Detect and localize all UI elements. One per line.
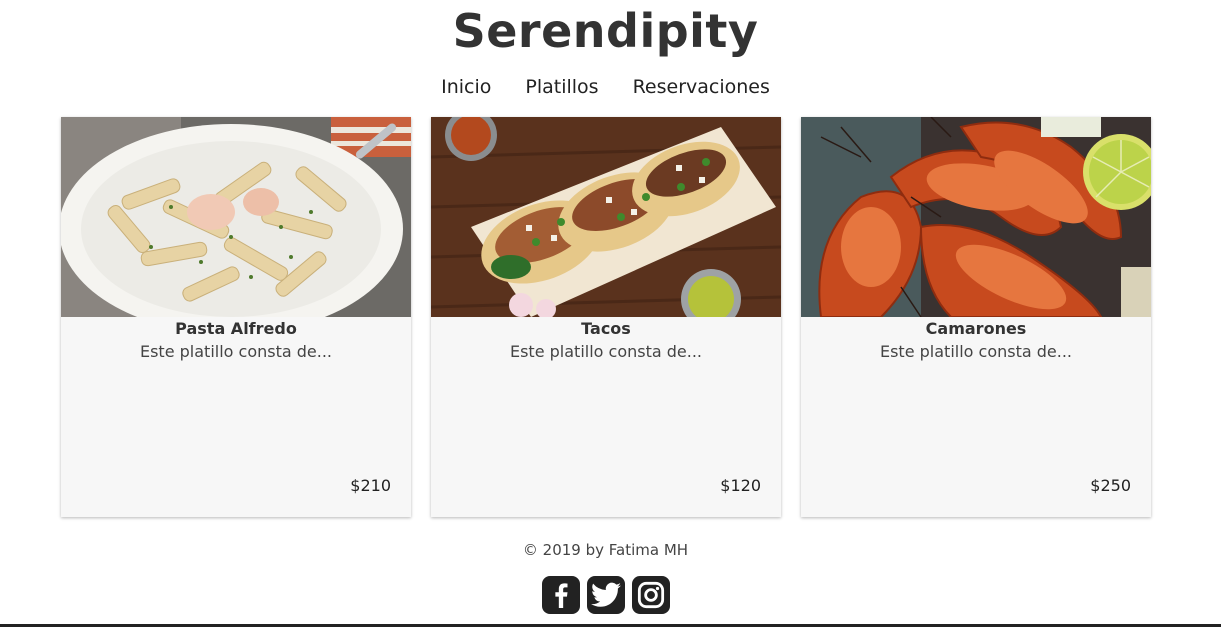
dish-name: Tacos <box>581 319 631 338</box>
dish-description: Este platillo consta de... <box>509 342 703 361</box>
twitter-icon <box>591 582 621 607</box>
facebook-icon <box>555 583 568 608</box>
copyright-text: © 2019 by Fatima MH <box>522 541 689 559</box>
instagram-icon <box>637 581 665 609</box>
facebook-link[interactable] <box>542 576 580 614</box>
dish-description: Este platillo consta de... <box>879 342 1073 361</box>
dish-card[interactable]: Tacos Este platillo consta de... $120 <box>431 117 781 517</box>
social-links <box>542 576 670 614</box>
pasta-photo <box>61 117 411 317</box>
twitter-link[interactable] <box>587 576 625 614</box>
main-nav: Inicio Platillos Reservaciones <box>0 76 1211 98</box>
nav-link-reservaciones[interactable]: Reservaciones <box>633 76 770 98</box>
instagram-link[interactable] <box>632 576 670 614</box>
dish-name: Camarones <box>925 319 1027 338</box>
shrimp-photo <box>801 117 1151 317</box>
site-title: Serendipity <box>452 4 759 58</box>
dish-price: $120 <box>720 476 761 495</box>
dish-card[interactable]: Pasta Alfredo Este platillo consta de...… <box>61 117 411 517</box>
dish-description: Este platillo consta de... <box>139 342 333 361</box>
dish-price: $250 <box>1090 476 1131 495</box>
dish-cards: Pasta Alfredo Este platillo consta de...… <box>61 117 1151 517</box>
dish-name: Pasta Alfredo <box>175 319 297 338</box>
dish-card[interactable]: Camarones Este platillo consta de... $25… <box>801 117 1151 517</box>
nav-link-inicio[interactable]: Inicio <box>441 76 491 98</box>
nav-link-platillos[interactable]: Platillos <box>525 76 598 98</box>
tacos-photo <box>431 117 781 317</box>
dish-price: $210 <box>350 476 391 495</box>
